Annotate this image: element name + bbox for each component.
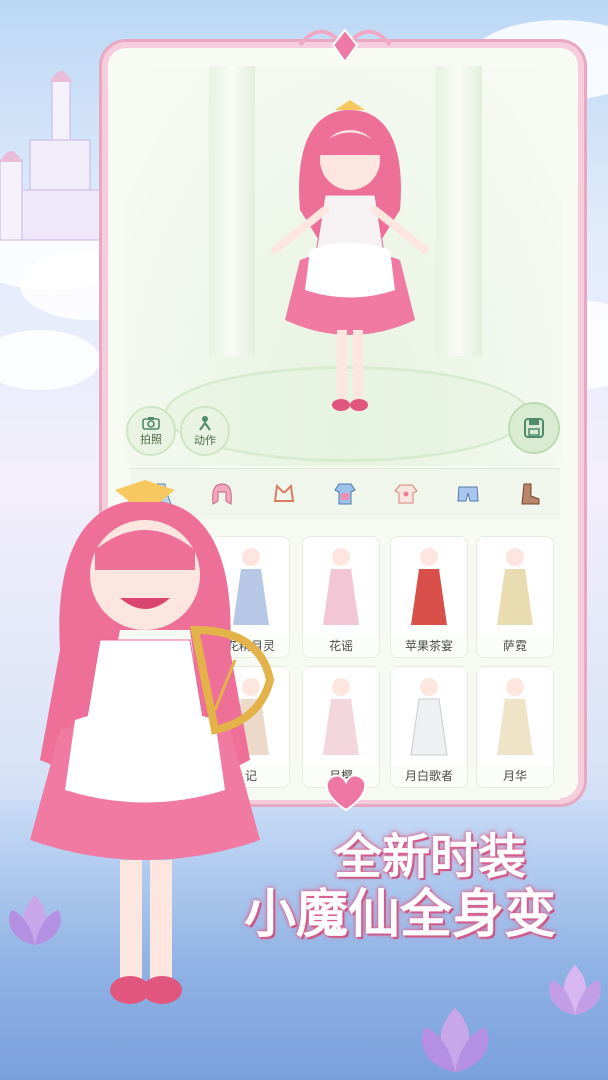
headline-line2: 小魔仙全身变	[243, 884, 556, 946]
outfit-card[interactable]: 苹果茶宴	[390, 536, 468, 658]
outfit-name: 月华	[477, 765, 553, 787]
headline-line1: 全新时装	[333, 829, 526, 885]
outfit-card[interactable]: 花谣	[302, 536, 380, 658]
tab-top[interactable]	[326, 475, 364, 513]
heart-ornament	[325, 774, 367, 812]
outfit-card[interactable]: 月白歌者	[390, 666, 468, 788]
outfit-figure	[411, 548, 447, 625]
outfit-card[interactable]: 萨霓	[476, 536, 554, 658]
photo-button[interactable]: 拍照	[126, 406, 176, 456]
outfit-figure	[410, 678, 448, 756]
outfit-name: 苹果茶宴	[391, 635, 467, 657]
action-button-label: 动作	[194, 433, 216, 447]
tab-shoes[interactable]	[510, 475, 548, 513]
top-icon	[334, 483, 356, 505]
outfit-card[interactable]: 月华	[476, 666, 554, 788]
outfit-figure	[497, 678, 533, 755]
outfit-name: 花谣	[303, 635, 379, 657]
outfit-name: 月白歌者	[391, 765, 467, 787]
pillar	[209, 66, 255, 356]
photo-button-label: 拍照	[140, 432, 162, 446]
outfit-swatch	[411, 569, 447, 625]
outfit-name: 萨霓	[477, 635, 553, 657]
pose-icon	[199, 415, 211, 431]
promo-screen: 拍照 动作 花精月灵 花谣 苹果茶宴 萨霓 记 月白歌者 月华 全新时装 小魔仙…	[0, 0, 608, 1080]
outfit-swatch	[323, 699, 359, 755]
castle-illustration	[0, 71, 106, 241]
heart-wings-ornament	[298, 28, 392, 64]
action-button[interactable]: 动作	[180, 406, 230, 456]
tab-bottoms[interactable]	[449, 475, 487, 513]
camera-icon	[142, 416, 160, 430]
cloud	[0, 330, 100, 390]
outfit-swatch	[497, 569, 533, 625]
outfit-figure	[323, 548, 359, 625]
outfit-swatch	[323, 569, 359, 625]
tab-shirt[interactable]	[387, 475, 425, 513]
outfit-figure	[497, 548, 533, 625]
lotus-flower	[9, 895, 61, 945]
lotus-flower	[421, 1007, 489, 1073]
promo-headline: 全新时装 小魔仙全身变	[220, 829, 600, 945]
outfit-swatch	[497, 699, 533, 755]
shorts-icon	[457, 486, 479, 502]
lotus-flower	[549, 965, 601, 1015]
shirt-icon	[394, 484, 419, 504]
save-button[interactable]	[508, 402, 560, 454]
doll-character[interactable]	[255, 100, 445, 430]
fairy-girl-illustration	[30, 480, 275, 1004]
boots-icon	[521, 483, 540, 505]
outfit-figure	[323, 678, 359, 755]
outfit-swatch	[410, 698, 448, 756]
save-icon	[524, 418, 544, 438]
